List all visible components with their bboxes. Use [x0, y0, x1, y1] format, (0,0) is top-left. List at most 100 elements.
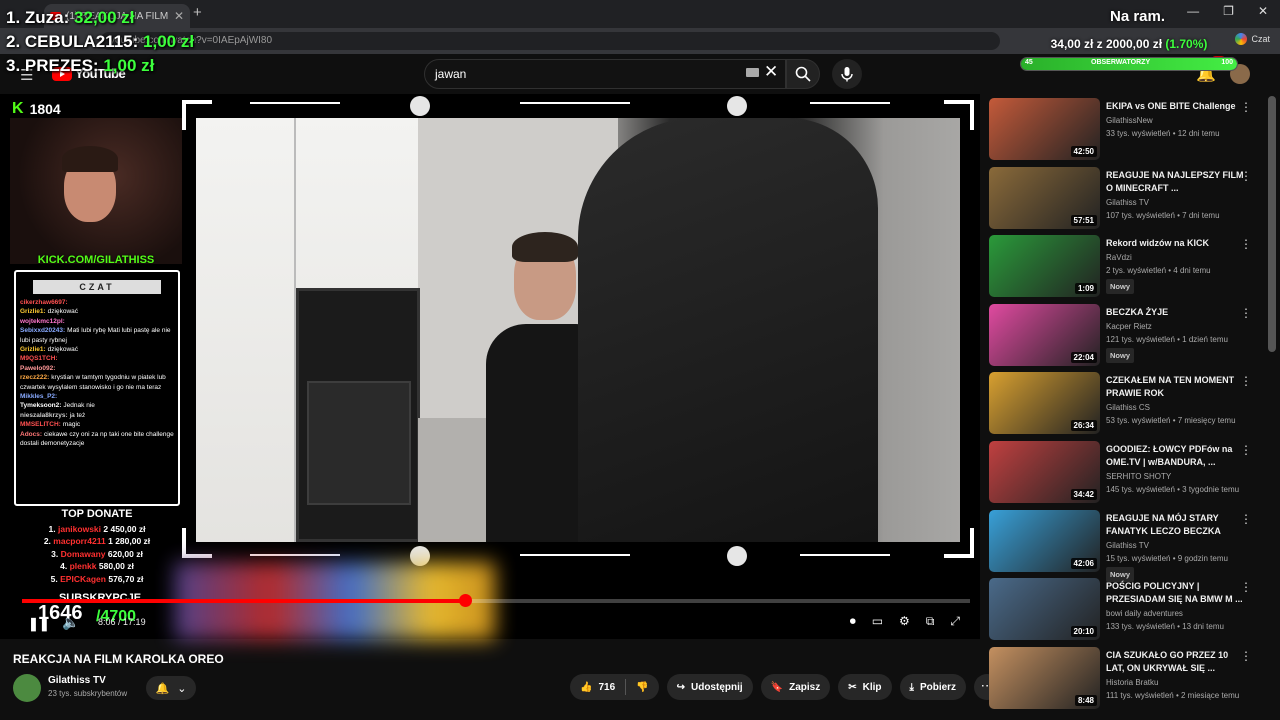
channel-avatar[interactable]	[13, 674, 41, 702]
minimize-button[interactable]: —	[1187, 4, 1199, 18]
recommended-video[interactable]: 57:51 REAGUJE NA NAJLEPSZY FILM O MINECRA…	[988, 165, 1264, 234]
keyboard-icon[interactable]	[746, 68, 759, 77]
video-thumbnail[interactable]: 20:10	[989, 578, 1100, 641]
more-options-icon[interactable]: ⋮	[1240, 649, 1252, 663]
video-duration: 34:42	[1070, 488, 1097, 500]
video-title[interactable]: REAGUJE NA MÓJ STARY FANATYK LECZO BECZK…	[1106, 512, 1246, 538]
miniplayer-button[interactable]: ⧉	[926, 614, 935, 629]
seek-bar[interactable]	[22, 594, 970, 607]
share-icon: ↪	[676, 681, 685, 693]
clear-search-icon[interactable]: ✕	[764, 62, 778, 82]
video-thumbnail[interactable]: 42:50	[989, 98, 1100, 160]
chat-message: rzecz222: krystian w tamtym tygodniu w pi…	[20, 373, 174, 392]
voice-search-button[interactable]	[832, 59, 862, 89]
fullscreen-button[interactable]: ⤢	[950, 614, 960, 629]
video-channel[interactable]: Gilathiss TV	[1106, 539, 1246, 552]
oven	[296, 288, 420, 542]
video-thumbnail[interactable]: 22:04	[989, 303, 1100, 366]
settings-gear-icon[interactable]: ⚙	[899, 614, 910, 629]
more-options-icon[interactable]: ⋮	[1240, 374, 1252, 388]
volume-button[interactable]: 🔈	[62, 614, 79, 631]
more-options-icon[interactable]: ⋮	[1240, 306, 1252, 320]
chat-username: cikerzhaw6697:	[20, 299, 68, 306]
recommended-video[interactable]: 42:06 REAGUJE NA MÓJ STARY FANATYK LECZO …	[988, 508, 1264, 582]
clip-button[interactable]: ✂ Klip	[838, 674, 892, 700]
subtitles-button[interactable]: ▭	[872, 614, 883, 629]
more-options-icon[interactable]: ⋮	[1240, 443, 1252, 457]
video-title[interactable]: Rekord widzów na KICK	[1106, 237, 1246, 250]
close-window-button[interactable]: ✕	[1258, 4, 1268, 18]
frame-line	[520, 102, 630, 104]
video-info: CZEKAŁEM NA TEN MOMENT PRAWIE ROK Gilathi…	[1106, 374, 1246, 427]
video-meta: 133 tys. wyświetleń • 13 dni temu	[1106, 622, 1224, 632]
video-thumbnail[interactable]: 42:06	[989, 509, 1100, 572]
kick-icon: K	[12, 100, 24, 117]
video-channel[interactable]: Gilathiss CS	[1106, 401, 1246, 414]
new-tab-button[interactable]: +	[193, 4, 202, 21]
search-button[interactable]	[786, 59, 820, 89]
address-bar[interactable]: youtube.com/watch?v=0IAEpAjWI80	[100, 32, 1000, 50]
pause-button[interactable]: ❚❚	[28, 616, 50, 632]
recommended-video[interactable]: 1:09 Rekord widzów na KICK RaVdzi 2 tys. wy…	[988, 233, 1264, 302]
top-donate-name: janikowski	[58, 523, 102, 534]
donor-row: 2. CEBULA2115: 1,00 zł	[6, 32, 195, 51]
dislike-button[interactable]: 👎	[626, 674, 658, 700]
search-input[interactable]: jawan	[424, 59, 786, 89]
top-donate-name: macporr4211	[53, 536, 106, 546]
more-options-icon[interactable]: ⋮	[1240, 580, 1252, 594]
share-button[interactable]: ↪ Udostępnij	[666, 674, 753, 700]
goal-left-label: 45	[1025, 59, 1033, 66]
video-channel[interactable]: bowi daily adventures	[1106, 607, 1246, 620]
video-duration: 8:48	[1074, 694, 1097, 706]
recommended-video[interactable]: 26:34 CZEKAŁEM NA TEN MOMENT PRAWIE ROK Gi…	[988, 370, 1264, 439]
recommended-video[interactable]: 8:48 CIA SZUKAŁO GO PRZEZ 10 LAT, ON UKRY…	[988, 645, 1264, 714]
video-thumbnail[interactable]: 1:09	[989, 235, 1100, 298]
video-title[interactable]: POŚCIG POLICYJNY | PRZESIADAM SIĘ NA BMW…	[1106, 580, 1246, 606]
recommended-video[interactable]: 20:10 POŚCIG POLICYJNY | PRZESIADAM SIĘ N…	[988, 576, 1264, 645]
video-title[interactable]: GOODIEZ: ŁOWCY PDFów na OME.TV | w/BANDU…	[1106, 443, 1246, 469]
scrollbar[interactable]	[1268, 96, 1276, 352]
video-meta: 145 tys. wyświetleń • 3 tygodnie temu	[1106, 484, 1240, 494]
video-player[interactable]: K 1804 KICK.COM/GILATHISS CZAT cikerzhaw…	[0, 94, 980, 640]
like-button[interactable]: 👍 716	[570, 674, 625, 700]
top-donate-rank: 2.	[43, 536, 51, 546]
video-title[interactable]: REAGUJE NA NAJLEPSZY FILM O MINECRAFT ..…	[1106, 169, 1246, 195]
video-thumbnail[interactable]: 34:42	[989, 440, 1100, 503]
video-channel[interactable]: Kacper Rietz	[1106, 320, 1246, 333]
frame-line	[520, 554, 630, 556]
video-thumbnail[interactable]: 57:51	[989, 166, 1100, 229]
more-options-icon[interactable]: ⋮	[1240, 237, 1252, 251]
channel-name[interactable]: Gilathiss TV	[48, 675, 106, 686]
save-button[interactable]: 🔖 Zapisz	[760, 674, 831, 700]
top-donate-amount: 2 450,00 zł	[103, 523, 146, 534]
more-options-icon[interactable]: ⋮	[1240, 169, 1252, 183]
video-info: REAGUJE NA MÓJ STARY FANATYK LECZO BECZK…	[1106, 512, 1246, 582]
player-controls: ❚❚ 🔈 8:06 / 17:19 ⏺ ▭ ⚙ ⧉ ⤢	[22, 610, 970, 636]
recommended-video[interactable]: 42:50 EKIPA vs ONE BITE Challenge Gilathis…	[988, 96, 1264, 165]
video-thumbnail[interactable]: 26:34	[989, 372, 1100, 435]
video-channel[interactable]: SERHITO SHOTY	[1106, 470, 1246, 483]
czat-extension[interactable]: Czat	[1235, 33, 1270, 45]
video-info: BECZKA ŻYJE Kacper Rietz 121 tys. wyświetl…	[1106, 306, 1246, 363]
video-title[interactable]: BECZKA ŻYJE	[1106, 306, 1246, 319]
subscription-bell-button[interactable]: 🔔 ⌄	[146, 676, 196, 700]
download-button[interactable]: ⤓ Pobierz	[899, 674, 967, 700]
video-channel[interactable]: Gilathiss TV	[1106, 196, 1246, 209]
video-channel[interactable]: Historia Bratku	[1106, 676, 1246, 689]
more-options-icon[interactable]: ⋮	[1240, 100, 1252, 114]
search-icon	[795, 66, 811, 82]
video-title[interactable]: CIA SZUKAŁO GO PRZEZ 10 LAT, ON UKRYWAŁ …	[1106, 649, 1246, 675]
window-controls: — ❐ ✕	[1187, 4, 1268, 18]
video-thumbnail[interactable]: 8:48	[989, 646, 1100, 709]
more-options-icon[interactable]: ⋮	[1240, 512, 1252, 526]
recommended-video[interactable]: 22:04 BECZKA ŻYJE Kacper Rietz 121 tys. wyś…	[988, 302, 1264, 371]
chat-text: magic	[62, 421, 81, 429]
chat-username: Pawelo092:	[20, 364, 56, 372]
video-title[interactable]: EKIPA vs ONE BITE Challenge	[1106, 100, 1246, 113]
video-channel[interactable]: RaVdzi	[1106, 251, 1246, 264]
video-channel[interactable]: GilathissNew	[1106, 114, 1246, 127]
video-title[interactable]: CZEKAŁEM NA TEN MOMENT PRAWIE ROK	[1106, 374, 1246, 400]
recommended-video[interactable]: 34:42 GOODIEZ: ŁOWCY PDFów na OME.TV | w/…	[988, 439, 1264, 508]
autoplay-toggle[interactable]: ⏺	[850, 614, 856, 629]
maximize-button[interactable]: ❐	[1223, 4, 1234, 18]
